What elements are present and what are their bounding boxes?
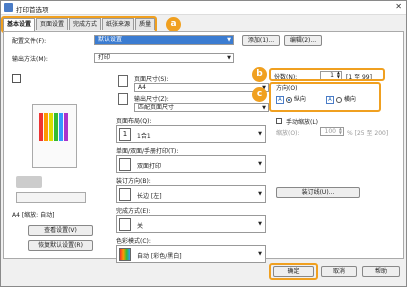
- page-layout-value: 1合1: [137, 133, 151, 140]
- output-method-select[interactable]: 打印 ▼: [94, 53, 234, 63]
- color-mode-icon: [119, 248, 131, 261]
- preview-sheet: [32, 104, 77, 168]
- finishing-value: 关: [137, 223, 144, 230]
- edit-profile-button[interactable]: 编辑(2)...: [284, 35, 322, 46]
- callout-badge-b: b: [252, 67, 267, 82]
- output-method-value: 打印: [98, 54, 111, 61]
- basic-settings-panel: 配置文件(F): 默认设置 ▼ 添加(1)... 编辑(2)... 输出方法(M)…: [3, 31, 404, 263]
- manual-scale-label: 手动缩放(L): [286, 119, 319, 126]
- preview-yellow-bar: [49, 113, 53, 141]
- preview-caption: A4 [缩放: 自动]: [12, 212, 55, 219]
- page-preview: [12, 92, 97, 207]
- preview-red-bar: [39, 113, 43, 141]
- restore-defaults-button[interactable]: 恢复默认设置(R): [28, 240, 93, 251]
- preview-orange-bar: [44, 113, 48, 141]
- color-mode-select[interactable]: 自动 [彩色/黑白] ▼: [116, 245, 266, 263]
- color-mode-value: 自动 [彩色/黑白]: [137, 253, 182, 260]
- gutter-button[interactable]: 装订线(U)...: [276, 187, 360, 198]
- chevron-down-icon: ▼: [258, 191, 262, 197]
- scale-value: 100: [324, 128, 336, 135]
- view-settings-button[interactable]: 查看设置(V): [28, 225, 93, 236]
- binding-select[interactable]: 长边 [左] ▼: [116, 185, 266, 203]
- page-size-select[interactable]: A4▼: [134, 83, 269, 92]
- profile-value: 默认设置: [98, 36, 123, 43]
- spin-arrows-icon[interactable]: ▲ ▼: [339, 127, 342, 135]
- page-size-label: 页面尺寸(S):: [134, 76, 169, 83]
- chevron-down-icon: ▼: [262, 105, 266, 111]
- staple-off-icon: [119, 218, 131, 231]
- duplex-label: 单面/双面/手册打印(T):: [116, 148, 179, 155]
- preview-purple-bar: [64, 113, 68, 141]
- output-size-label: 输出尺寸(Z):: [134, 96, 169, 103]
- help-button[interactable]: 帮助: [362, 266, 400, 277]
- duplex-select[interactable]: 双面打印 ▼: [116, 155, 266, 173]
- cancel-button[interactable]: 取消: [321, 266, 357, 277]
- chevron-down-icon: ▼: [227, 55, 231, 61]
- page-layout-select[interactable]: 1 1合1 ▼: [116, 125, 266, 143]
- printer-graphic-icon: [16, 176, 42, 188]
- page-size-value: A4: [138, 84, 146, 91]
- page-size-icon: [118, 75, 128, 87]
- chevron-down-icon: ▼: [258, 131, 262, 137]
- scale-stepper[interactable]: 100 ▲ ▼: [320, 127, 344, 136]
- close-icon[interactable]: ✕: [395, 2, 402, 11]
- chevron-down-icon: ▼: [227, 37, 231, 43]
- output-method-label: 输出方法(M):: [12, 56, 48, 63]
- preview-blue-bar: [59, 113, 63, 141]
- chevron-down-icon: ▼: [258, 161, 262, 167]
- preview-green-bar: [54, 113, 58, 141]
- profile-select[interactable]: 默认设置 ▼: [94, 35, 234, 45]
- output-size-icon: [118, 93, 128, 105]
- duplex-value: 双面打印: [137, 163, 162, 170]
- binding-label: 装订方向(B):: [116, 178, 151, 185]
- finishing-label: 完成方式(E):: [116, 208, 151, 215]
- finishing-select[interactable]: 关 ▼: [116, 215, 266, 233]
- orientation-highlight-frame: [269, 82, 381, 112]
- copies-highlight-frame: [269, 68, 385, 81]
- page-layout-label: 页面布局(Q):: [116, 118, 152, 125]
- callout-badge-c: c: [252, 87, 267, 102]
- binding-icon: [119, 188, 131, 201]
- manual-scale-checkbox[interactable]: [276, 118, 282, 124]
- color-mode-label: 色彩模式(C):: [116, 238, 151, 245]
- add-profile-button[interactable]: 添加(1)...: [242, 35, 280, 46]
- output-size-select[interactable]: 匹配页面尺寸 ▼: [134, 103, 269, 112]
- one-up-icon: 1: [119, 128, 131, 141]
- chevron-down-icon: ▼: [258, 251, 262, 257]
- callout-badge-a: a: [166, 17, 181, 32]
- ok-button[interactable]: 确定: [273, 266, 314, 277]
- profile-label: 配置文件(F):: [12, 38, 47, 45]
- preview-mode-toolbar[interactable]: [16, 192, 86, 203]
- chevron-down-icon: ▼: [258, 221, 262, 227]
- printer-icon: [4, 3, 13, 12]
- scale-label: 缩放(O):: [276, 130, 300, 137]
- scale-range: % [25 至 200]: [347, 130, 389, 137]
- title-bar: 打印首选项 ✕: [1, 1, 406, 15]
- binding-value: 长边 [左]: [137, 193, 162, 200]
- window-title: 打印首选项: [16, 6, 49, 14]
- preview-toggle-icon[interactable]: [12, 74, 21, 83]
- duplex-icon: [119, 158, 131, 171]
- print-preferences-window: 打印首选项 ✕ 基本设置 页面设置 完成方式 纸张来源 质量 a 配置文件(F)…: [0, 0, 407, 287]
- output-size-value: 匹配页面尺寸: [138, 104, 175, 111]
